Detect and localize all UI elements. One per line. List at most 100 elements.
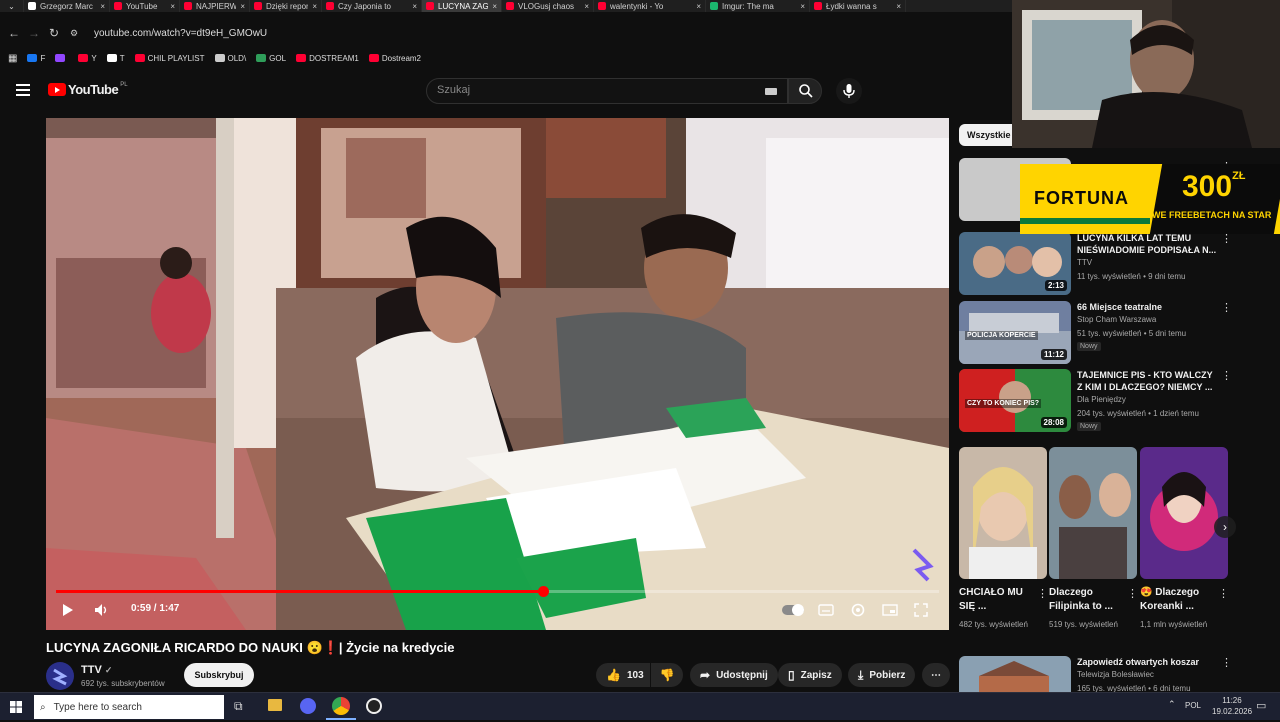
- autoplay-toggle[interactable]: [782, 604, 804, 616]
- tab-favicon-icon: [814, 2, 822, 10]
- browser-tab[interactable]: walentynki - Yo ×: [594, 0, 706, 12]
- close-icon[interactable]: ×: [800, 2, 805, 11]
- subscribe-button[interactable]: Subskrybuj: [184, 663, 254, 687]
- url-field[interactable]: youtube.com/watch?v=dt9eH_GMOwU: [94, 28, 267, 39]
- search-input[interactable]: [437, 84, 737, 96]
- close-icon[interactable]: ×: [100, 2, 105, 11]
- obs-icon[interactable]: [366, 698, 382, 714]
- more-options-icon[interactable]: ⋮: [1037, 587, 1048, 600]
- share-button[interactable]: ➦ Udostępnij: [690, 663, 778, 687]
- more-options-icon[interactable]: ⋮: [1221, 369, 1232, 382]
- settings-icon[interactable]: [850, 602, 866, 618]
- share-icon: ➦: [700, 668, 711, 682]
- voice-search-button[interactable]: [836, 78, 862, 104]
- notifications-icon[interactable]: ▭: [1256, 699, 1266, 712]
- close-icon[interactable]: ×: [696, 2, 701, 11]
- download-label: Pobierz: [869, 669, 906, 681]
- forward-icon[interactable]: →: [24, 26, 44, 40]
- browser-tab[interactable]: Czy Japonia to ×: [322, 0, 422, 12]
- bookmark-item[interactable]: DOSTREAM1: [296, 54, 359, 63]
- browser-tab[interactable]: Imgur: The ma ×: [706, 0, 810, 12]
- sponsor-logo: FORTUNA: [1034, 188, 1129, 208]
- task-view-icon[interactable]: ⧉: [234, 699, 243, 714]
- file-explorer-icon[interactable]: [268, 699, 282, 711]
- search-button[interactable]: [788, 78, 822, 104]
- subtitles-icon[interactable]: [818, 604, 834, 616]
- browser-tab[interactable]: VLOGusj chaos ×: [502, 0, 594, 12]
- shorts-item[interactable]: CHCIAŁO MU SIĘ ... 482 tys. wyświetleń ⋮: [959, 447, 1048, 629]
- tab-favicon-icon: [254, 2, 262, 10]
- keyboard-icon[interactable]: [765, 88, 777, 95]
- bookmark-item[interactable]: T: [106, 54, 125, 63]
- site-info-icon[interactable]: ⚙: [64, 28, 84, 39]
- windows-start-icon[interactable]: [10, 701, 22, 713]
- video-player[interactable]: 0:59 / 1:47: [46, 118, 949, 630]
- more-actions-button[interactable]: ⋯: [922, 663, 950, 687]
- save-button[interactable]: ▯ Zapisz: [778, 663, 842, 687]
- close-icon[interactable]: ×: [896, 2, 901, 11]
- taskbar-search[interactable]: ⌕ Type here to search: [34, 695, 224, 719]
- browser-tab[interactable]: Łydki wanna s ×: [810, 0, 906, 12]
- bookmark-item[interactable]: Y: [78, 54, 97, 63]
- shorts-title: CHCIAŁO MU SIĘ ...: [959, 587, 1023, 612]
- close-icon[interactable]: ×: [240, 2, 245, 11]
- close-icon[interactable]: ×: [312, 2, 317, 11]
- back-icon[interactable]: ←: [4, 26, 24, 40]
- progress-bar[interactable]: [56, 586, 939, 597]
- sponsor-amount-value: 300: [1182, 170, 1233, 203]
- video-meta: 204 tys. wyświetleń • 1 dzień temu: [1077, 409, 1199, 418]
- list-item[interactable]: CZY TO KONIEC PIS? 28:08 TAJEMNICE PIS - K…: [959, 369, 1259, 435]
- thumbnail-caption: CZY TO KONIEC PIS?: [965, 399, 1042, 408]
- bookmark-item[interactable]: GOL: [256, 54, 286, 63]
- logo-text: YouTube: [68, 82, 119, 97]
- miniplayer-icon[interactable]: [882, 604, 898, 616]
- browser-tab[interactable]: NAJPIERW STR×: [180, 0, 250, 12]
- channel-avatar[interactable]: [46, 662, 74, 690]
- tray-language[interactable]: POL: [1185, 701, 1201, 710]
- volume-icon[interactable]: [94, 603, 110, 617]
- browser-tab[interactable]: Dzięki reporte×: [250, 0, 322, 12]
- tray-clock[interactable]: 11:26 19.02.2026: [1212, 695, 1252, 717]
- tray-chevron-icon[interactable]: ⌃: [1168, 699, 1176, 710]
- youtube-logo[interactable]: YouTube PL: [48, 82, 128, 97]
- channel-name[interactable]: TTV ✓: [81, 664, 112, 676]
- shorts-item[interactable]: Dlaczego Filipinka to ... 519 tys. wyświe…: [1049, 447, 1138, 629]
- play-icon[interactable]: [62, 603, 74, 617]
- bookmark-item[interactable]: F: [27, 54, 45, 63]
- close-icon[interactable]: ×: [412, 2, 417, 11]
- streamer-webcam-overlay: [1012, 0, 1280, 148]
- apps-grid-icon[interactable]: ▦: [8, 53, 17, 64]
- shorts-next-button[interactable]: ›: [1214, 516, 1236, 538]
- browser-tab[interactable]: YouTube ×: [110, 0, 180, 12]
- browser-tab[interactable]: LUCYNA ZAGO×: [422, 0, 502, 12]
- tab-search-dropdown[interactable]: ⌄: [0, 0, 24, 12]
- close-icon[interactable]: ×: [170, 2, 175, 11]
- list-item[interactable]: 2:13 LUCYNA KILKA LAT TEMU NIEŚWIADOMIE P…: [959, 232, 1259, 298]
- chevron-down-icon: ⌄: [8, 1, 15, 11]
- list-item[interactable]: POLICJA KOPERCIE 11:12 66 Miejsce teatraln…: [959, 301, 1259, 367]
- like-button[interactable]: 👍 103: [596, 663, 650, 687]
- bookmark-item[interactable]: CHIL PLAYLIST: [134, 54, 205, 63]
- fullscreen-icon[interactable]: [914, 603, 928, 617]
- progress-scrubber[interactable]: [537, 586, 549, 597]
- shorts-item[interactable]: 😍 Dlaczego Koreanki ... 1,1 mln wyświetle…: [1140, 447, 1229, 629]
- bookmark-item[interactable]: Dostream2: [368, 53, 421, 63]
- bookmark-item[interactable]: OLD\: [214, 54, 246, 63]
- more-options-icon[interactable]: ⋮: [1127, 587, 1138, 600]
- bookmark-label: Dostream2: [381, 53, 421, 63]
- download-button[interactable]: ⤓ Pobierz: [848, 663, 916, 687]
- close-icon[interactable]: ×: [492, 2, 497, 11]
- filter-chip-all[interactable]: Wszystkie: [959, 124, 1019, 146]
- dislike-button[interactable]: 👎: [651, 663, 683, 687]
- discord-icon[interactable]: [300, 698, 316, 714]
- browser-tab[interactable]: Grzegorz Marc ×: [24, 0, 110, 12]
- reload-icon[interactable]: ↻: [44, 26, 64, 40]
- close-icon[interactable]: ×: [584, 2, 589, 11]
- chrome-icon[interactable]: [332, 697, 350, 715]
- more-options-icon[interactable]: ⋮: [1218, 587, 1229, 600]
- hamburger-menu-icon[interactable]: [16, 84, 30, 96]
- more-options-icon[interactable]: ⋮: [1221, 301, 1232, 314]
- shorts-title: Dlaczego Filipinka to ...: [1049, 587, 1113, 612]
- bookmark-item[interactable]: [55, 54, 68, 63]
- more-options-icon[interactable]: ⋮: [1221, 656, 1232, 669]
